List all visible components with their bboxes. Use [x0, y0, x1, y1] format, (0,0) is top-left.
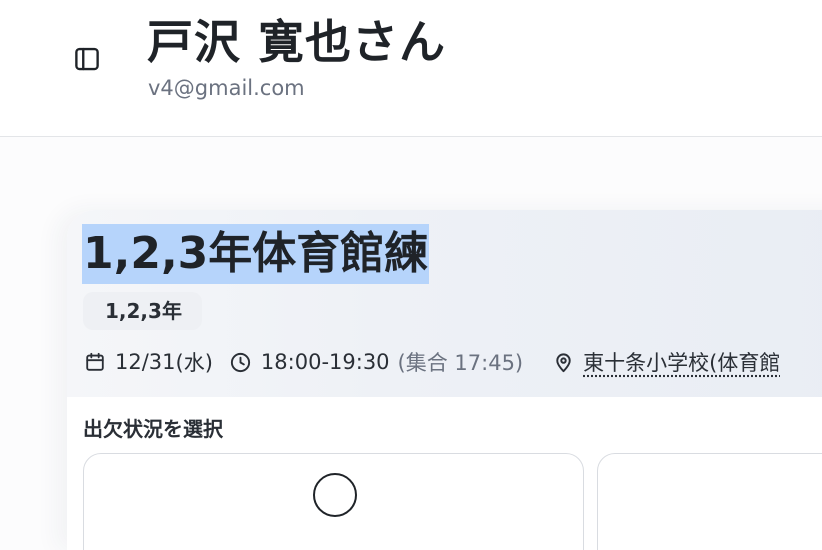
- sidebar-toggle-button[interactable]: [66, 40, 108, 82]
- circle-icon: [313, 473, 357, 517]
- user-email: v4@gmail.com: [148, 75, 305, 101]
- event-time: 18:00-19:30 (集合 17:45): [229, 347, 523, 377]
- main-content: 1,2,3年体育館練 1,2,3年 12/31 (水) 18:00-19:30 …: [0, 138, 822, 522]
- attendance-option-2[interactable]: [597, 453, 822, 550]
- event-card-header: 1,2,3年体育館練 1,2,3年 12/31 (水) 18:00-19:30 …: [67, 210, 822, 397]
- event-meta: 12/31 (水) 18:00-19:30 (集合 17:45) 東十条小学校(…: [83, 344, 780, 380]
- attendance-label: 出欠状況を選択: [83, 415, 223, 443]
- event-title: 1,2,3年体育館練: [82, 224, 429, 284]
- map-pin-icon: [551, 350, 575, 374]
- event-date: 12/31 (水): [83, 347, 213, 377]
- event-card: 1,2,3年体育館練 1,2,3年 12/31 (水) 18:00-19:30 …: [67, 210, 822, 550]
- event-location[interactable]: 東十条小学校(体育館: [551, 347, 780, 377]
- event-weekday: (水): [176, 347, 213, 377]
- event-gather-time: (集合 17:45): [398, 347, 524, 377]
- event-date-value: 12/31: [115, 350, 176, 374]
- user-name: 戸沢 寛也さん: [147, 12, 446, 72]
- app-header: 戸沢 寛也さん v4@gmail.com: [0, 0, 822, 137]
- grade-tag: 1,2,3年: [83, 292, 202, 330]
- attendance-option-attend[interactable]: [83, 453, 584, 550]
- calendar-icon: [83, 350, 107, 374]
- clock-icon: [229, 350, 253, 374]
- sidebar-toggle-icon: [72, 44, 102, 78]
- event-time-value: 18:00-19:30: [261, 350, 390, 374]
- event-location-link[interactable]: 東十条小学校(体育館: [583, 347, 780, 377]
